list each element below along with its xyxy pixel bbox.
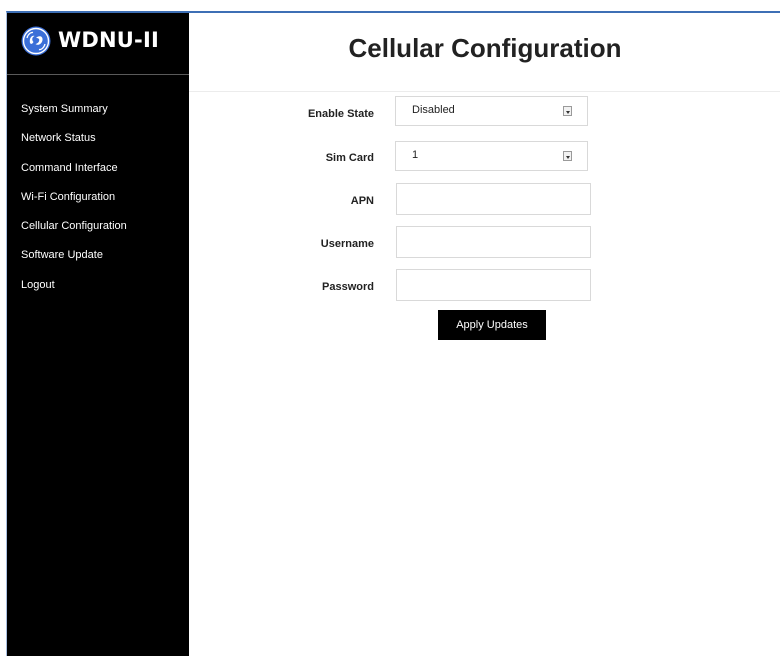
dropdown-arrow-icon — [563, 106, 572, 116]
username-input[interactable] — [396, 226, 591, 258]
password-label: Password — [322, 281, 374, 293]
sidebar-nav: System Summary Network Status Command In… — [7, 101, 189, 306]
password-input[interactable] — [396, 269, 591, 301]
page-title: Cellular Configuration — [348, 33, 622, 63]
sim-card-value: 1 — [412, 149, 419, 161]
apn-label: APN — [350, 195, 374, 207]
brand-name: WDNU-II — [58, 28, 159, 52]
sidebar: WDNU-II System Summary Network Status Co… — [7, 13, 189, 656]
sidebar-item-cellular-configuration[interactable]: Cellular Configuration — [7, 218, 189, 247]
sidebar-item-logout[interactable]: Logout — [7, 277, 189, 306]
page-header: Cellular Configuration — [189, 13, 780, 92]
username-label: Username — [320, 238, 374, 250]
apply-updates-button[interactable]: Apply Updates — [438, 310, 546, 340]
sim-card-select[interactable]: 1 — [395, 141, 588, 171]
brand-header: WDNU-II — [7, 13, 189, 75]
sidebar-item-software-update[interactable]: Software Update — [7, 247, 189, 276]
dropdown-arrow-icon — [563, 151, 572, 161]
enable-state-select[interactable]: Disabled — [395, 96, 588, 126]
sim-card-label: Sim Card — [325, 152, 374, 164]
sidebar-item-wifi-configuration[interactable]: Wi-Fi Configuration — [7, 189, 189, 218]
sidebar-item-system-summary[interactable]: System Summary — [7, 101, 189, 130]
enable-state-value: Disabled — [412, 104, 455, 116]
ge-logo-icon — [21, 26, 51, 56]
sidebar-item-network-status[interactable]: Network Status — [7, 130, 189, 159]
apn-input[interactable] — [396, 183, 591, 215]
sidebar-item-command-interface[interactable]: Command Interface — [7, 160, 189, 189]
enable-state-label: Enable State — [307, 108, 374, 120]
app-window: WDNU-II System Summary Network Status Co… — [6, 11, 780, 656]
